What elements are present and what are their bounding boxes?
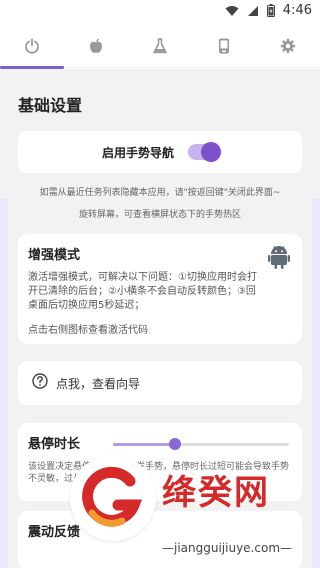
gesture-nav-label: 启用手势导航 bbox=[101, 145, 174, 160]
tab-apple[interactable] bbox=[64, 24, 128, 68]
notice-recent-tasks: 如需从最近任务列表隐藏本应用，请"按返回键"关闭此界面~ bbox=[39, 188, 281, 198]
enhance-mode-description: 激活增强模式，可解决以下问题：①切换应用时会打开已清除的后台；②小横条不会自动反… bbox=[28, 272, 257, 311]
slider-thumb[interactable] bbox=[168, 438, 181, 450]
battery-icon bbox=[266, 4, 275, 17]
enhance-mode-card: 增强模式 激活增强模式，可解决以下问题：①切换应用时会打开已清除的后台；②小横条… bbox=[18, 234, 302, 344]
watermark-logo bbox=[70, 455, 156, 541]
tab-bar bbox=[0, 24, 320, 69]
enhance-mode-hint: 点击右侧图标查看激活代码 bbox=[28, 325, 148, 336]
section-title: 基础设置 bbox=[18, 96, 83, 115]
gesture-nav-toggle[interactable] bbox=[188, 142, 221, 162]
status-time: 4:46 bbox=[282, 3, 312, 18]
phone-icon bbox=[218, 38, 230, 54]
flask-icon bbox=[153, 38, 167, 54]
android-icon[interactable] bbox=[268, 244, 290, 270]
tab-device[interactable] bbox=[192, 24, 256, 68]
tab-lab[interactable] bbox=[128, 24, 192, 68]
gear-icon bbox=[280, 38, 296, 54]
apple-icon bbox=[89, 38, 103, 54]
help-icon bbox=[32, 373, 48, 393]
tab-settings[interactable] bbox=[256, 24, 320, 68]
guide-label: 点我，查看向导 bbox=[56, 376, 141, 391]
status-bar: 4:46 bbox=[0, 0, 320, 24]
signal-icon bbox=[247, 5, 259, 17]
watermark-title: 绛癸网 bbox=[162, 473, 270, 513]
guide-card[interactable]: 点我，查看向导 bbox=[18, 361, 302, 405]
watermark-url: —jiangguijiuye.com— bbox=[162, 541, 293, 555]
toggle-knob bbox=[201, 142, 221, 162]
side-band-left bbox=[0, 199, 8, 568]
notice-rotate: 旋转屏幕，可查看横屏状态下的手势热区 bbox=[78, 210, 241, 220]
enhance-mode-title: 增强模式 bbox=[28, 248, 81, 263]
watermark: 绛癸网 —jiangguijiuye.com— bbox=[70, 455, 320, 568]
power-icon bbox=[24, 38, 40, 54]
status-icons: 4:46 bbox=[225, 3, 312, 18]
hover-duration-slider[interactable] bbox=[113, 438, 289, 450]
wifi-icon bbox=[225, 5, 239, 17]
tab-power[interactable] bbox=[0, 24, 64, 69]
gesture-nav-card: 启用手势导航 bbox=[18, 131, 302, 173]
slider-fill bbox=[113, 443, 175, 446]
